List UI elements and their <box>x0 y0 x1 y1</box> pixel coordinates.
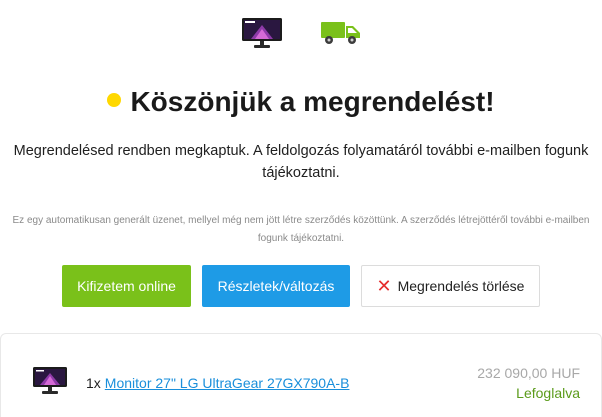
product-link[interactable]: Monitor 27" LG UltraGear 27GX790A-B <box>105 375 350 391</box>
pay-online-label: Kifizetem online <box>77 278 176 294</box>
status-dot-icon <box>107 93 122 107</box>
details-change-button[interactable]: Részletek/változás <box>202 265 350 307</box>
page-title-text: Köszönjük a megrendelést! <box>130 86 495 117</box>
item-price: 232 090,00 HUF <box>477 365 580 381</box>
close-icon: ✕ <box>376 276 392 296</box>
order-line-item: 1x Monitor 27" LG UltraGear 27GX790A-B <box>86 375 349 391</box>
product-thumbnail-monitor-icon <box>33 367 67 394</box>
order-confirmation-page: Köszönjük a megrendelést! Megrendelésed … <box>0 0 602 417</box>
pay-online-button[interactable]: Kifizetem online <box>62 265 191 307</box>
delivery-truck-icon <box>321 22 360 44</box>
page-title: Köszönjük a megrendelést! <box>0 84 602 120</box>
monitor-icon <box>242 18 282 48</box>
confirmation-message: Megrendelésed rendben megkaptuk. A feldo… <box>13 143 589 181</box>
item-quantity: 1x <box>86 375 101 391</box>
cancel-order-label: Megrendelés törlése <box>397 278 525 294</box>
details-change-label: Részletek/változás <box>217 278 335 294</box>
legal-notice: Ez egy automatikusan generált üzenet, me… <box>12 215 590 244</box>
cancel-order-button[interactable]: ✕ Megrendelés törlése <box>361 265 540 307</box>
item-status: Lefoglalva <box>516 385 580 401</box>
